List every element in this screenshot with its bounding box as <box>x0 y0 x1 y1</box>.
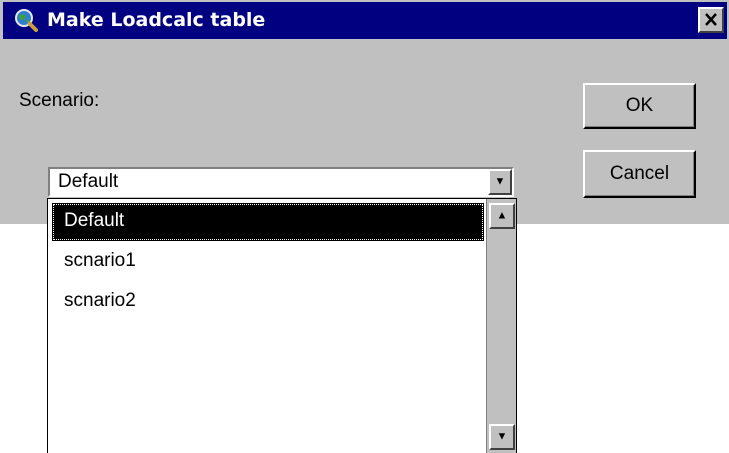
close-icon <box>705 13 717 26</box>
cancel-button[interactable]: Cancel <box>583 150 696 198</box>
title-bar[interactable]: Make Loadcalc table <box>3 2 727 39</box>
list-item-scnario2[interactable]: scnario2 <box>52 283 484 321</box>
chevron-down-icon: ▼ <box>494 175 506 188</box>
scroll-up-button[interactable]: ▲ <box>489 203 515 229</box>
ok-button[interactable]: OK <box>583 83 696 129</box>
combo-dropdown-button[interactable]: ▼ <box>488 169 512 195</box>
dropdown-scrollbar[interactable]: ▲ ▼ <box>486 199 516 453</box>
window-title: Make Loadcalc table <box>47 9 266 31</box>
scenario-dropdown-list[interactable]: Default scnario1 scnario2 ▲ ▼ <box>47 198 517 453</box>
scroll-track[interactable] <box>490 233 514 417</box>
make-loadcalc-dialog: Make Loadcalc table Scenario: OK Cancel … <box>0 0 729 224</box>
arrow-down-icon: ▼ <box>496 430 508 443</box>
scenario-label: Scenario: <box>19 90 100 111</box>
scroll-down-button[interactable]: ▼ <box>489 424 515 450</box>
globe-magnifier-icon <box>15 9 38 32</box>
list-item-default[interactable]: Default <box>52 203 484 241</box>
close-button[interactable] <box>698 7 724 33</box>
list-item-scnario1[interactable]: scnario1 <box>52 243 484 281</box>
scenario-combobox[interactable]: Default ▼ <box>48 167 514 197</box>
scenario-selected-value: Default <box>58 171 119 192</box>
arrow-up-icon: ▲ <box>496 209 508 222</box>
